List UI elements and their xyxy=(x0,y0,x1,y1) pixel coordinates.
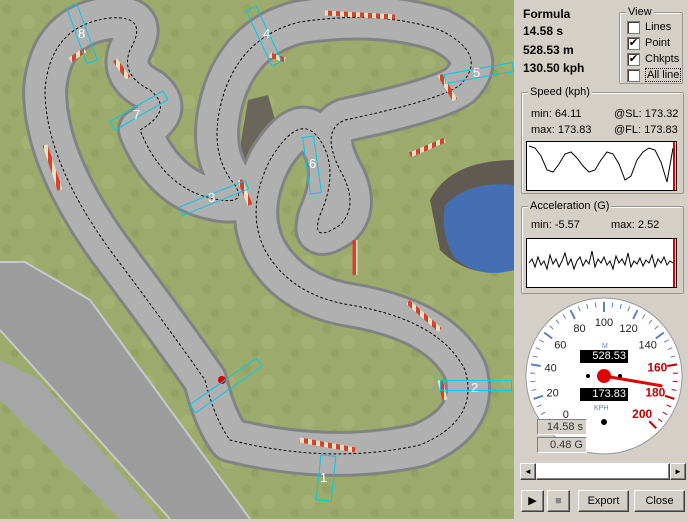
scroll-right-button[interactable]: ► xyxy=(670,463,686,480)
lap-time: 14.58 s xyxy=(523,24,563,38)
all-line-checkbox[interactable] xyxy=(627,69,640,82)
g-readout: 0.48 G xyxy=(537,437,587,453)
chkpts-checkbox[interactable]: ✔ xyxy=(627,53,640,66)
gauge-speed-readout: 173.83 xyxy=(580,388,628,401)
current-speed: 130.50 kph xyxy=(523,61,584,75)
play-button[interactable]: ▶ xyxy=(521,490,544,512)
speed-trace xyxy=(529,146,673,182)
gauge-tick-label: 60 xyxy=(554,339,566,351)
distance: 528.53 m xyxy=(523,43,574,57)
gauge-tick-label: 140 xyxy=(639,339,657,351)
scroll-left-button[interactable]: ◄ xyxy=(520,463,536,480)
checkpoint-6-label: 6 xyxy=(309,156,316,171)
car-name: Formula xyxy=(523,7,570,21)
gauge-unit-kph: KPH xyxy=(594,405,608,412)
speed-sl: @SL: 173.32 xyxy=(614,108,678,120)
time-readout: 14.58 s xyxy=(537,419,587,435)
checkpoint-7-label: 7 xyxy=(133,107,140,122)
view-group-title: View xyxy=(626,6,654,18)
checkpoint-8-label: 8 xyxy=(78,26,85,41)
speed-min: min: 64.11 xyxy=(531,108,582,120)
speed-max: max: 173.83 xyxy=(531,124,592,136)
gauge-tick-label: 200 xyxy=(632,407,652,421)
speed-fl: @FL: 173.83 xyxy=(614,124,678,136)
gauge-tick-label: 180 xyxy=(645,386,665,400)
accel-group-title: Acceleration (G) xyxy=(528,200,611,212)
export-button[interactable]: Export xyxy=(578,490,629,512)
speed-graph xyxy=(526,141,677,191)
playback-scrollbar[interactable]: ◄ ► xyxy=(520,463,686,480)
lines-label: Lines xyxy=(645,21,671,33)
telemetry-panel: Formula 14.58 s 528.53 m 130.50 kph View… xyxy=(514,0,688,519)
checkpoint-3-label: 3 xyxy=(208,190,215,205)
gauge-tick-label: 20 xyxy=(547,388,559,400)
checkpoint-1-label: 1 xyxy=(320,470,327,485)
accel-min: min: -5.57 xyxy=(531,219,580,231)
gauge-distance-readout: 528.53 xyxy=(580,350,628,363)
gauge-tick-label: 40 xyxy=(545,363,557,375)
close-button[interactable]: Close xyxy=(634,490,685,512)
accel-max: max: 2.52 xyxy=(611,219,659,231)
point-label: Point xyxy=(645,37,670,49)
accel-trace xyxy=(529,251,673,269)
gauge-tick xyxy=(595,303,596,308)
gauge-tick-label: 160 xyxy=(647,361,667,375)
accel-graph xyxy=(526,238,677,288)
gauge-tick-label: 100 xyxy=(595,317,613,329)
stop-button[interactable]: ■ xyxy=(547,490,570,512)
checkpoint-5-label: 5 xyxy=(473,65,480,80)
point-checkbox[interactable]: ✔ xyxy=(627,37,640,50)
all-line-label: All line xyxy=(645,68,681,82)
scroll-thumb[interactable] xyxy=(536,463,670,480)
speed-group-title: Speed (kph) xyxy=(528,86,592,98)
gauge-unit-m: M xyxy=(602,343,608,350)
track-map[interactable]: 1 2 3 4 5 6 7 8 xyxy=(0,0,514,519)
lines-checkbox[interactable] xyxy=(627,21,640,34)
gauge-tick xyxy=(612,303,613,308)
checkpoint-4-label: 4 xyxy=(263,26,270,41)
checkpoint-2-label: 2 xyxy=(471,380,478,395)
gauge-tick-label: 80 xyxy=(573,323,585,335)
chkpts-label: Chkpts xyxy=(645,53,679,65)
gauge-tick-label: 120 xyxy=(619,323,637,335)
